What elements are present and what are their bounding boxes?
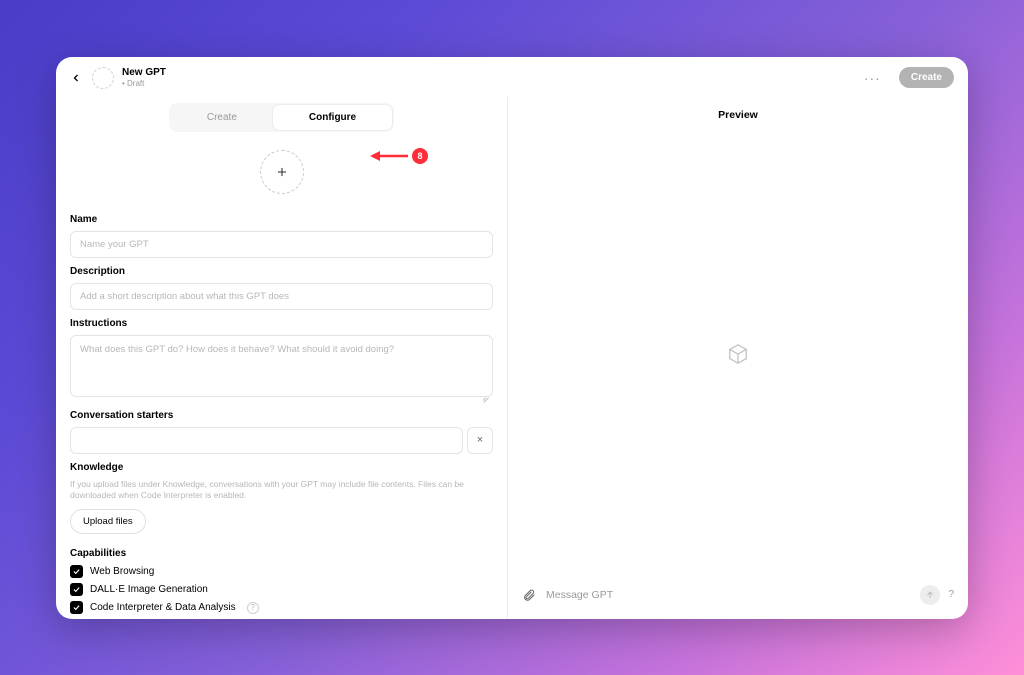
cap-dalle-label: DALL·E Image Generation	[90, 584, 208, 595]
add-avatar-button[interactable]	[260, 150, 304, 194]
preview-body	[508, 133, 968, 575]
instructions-label: Instructions	[70, 318, 493, 329]
knowledge-hint: If you upload files under Knowledge, con…	[70, 479, 493, 502]
instructions-textarea[interactable]	[70, 335, 493, 397]
remove-starter-button[interactable]: ×	[467, 427, 493, 454]
preview-pane: Preview ?	[508, 97, 968, 619]
message-row: ?	[508, 575, 968, 619]
tab-create[interactable]: Create	[171, 105, 273, 130]
back-button[interactable]	[68, 70, 84, 86]
cap-web-label: Web Browsing	[90, 566, 154, 577]
tab-configure[interactable]: Configure	[273, 105, 392, 130]
arrow-left-icon	[370, 148, 410, 164]
info-icon[interactable]: ?	[247, 602, 259, 614]
capabilities-label: Capabilities	[70, 548, 493, 559]
gpt-builder-window: New GPT • Draft ··· Create Create Config…	[56, 57, 968, 619]
cap-code-label: Code Interpreter & Data Analysis	[90, 602, 236, 613]
body-split: Create Configure 8 Name Description	[56, 97, 968, 619]
page-title: New GPT	[122, 67, 166, 79]
annotation-8: 8	[370, 148, 428, 164]
cube-icon	[727, 343, 749, 365]
header: New GPT • Draft ··· Create	[56, 57, 968, 97]
draft-status: • Draft	[122, 79, 166, 88]
checkbox-dalle[interactable]	[70, 583, 83, 596]
tab-bar: Create Configure	[56, 97, 507, 132]
description-label: Description	[70, 266, 493, 277]
create-button[interactable]: Create	[899, 67, 954, 88]
name-input[interactable]	[70, 231, 493, 258]
starter-input[interactable]	[70, 427, 463, 454]
more-menu-button[interactable]: ···	[864, 70, 881, 86]
annotation-badge: 8	[412, 148, 428, 164]
gpt-avatar-placeholder	[92, 67, 114, 89]
configure-form: 8 Name Description Instructions Conversa…	[56, 132, 507, 619]
configure-pane: Create Configure 8 Name Description	[56, 97, 508, 619]
help-button[interactable]: ?	[948, 589, 954, 600]
starters-label: Conversation starters	[70, 410, 493, 421]
preview-title: Preview	[508, 97, 968, 133]
upload-files-button[interactable]: Upload files	[70, 509, 146, 534]
attachment-icon[interactable]	[522, 588, 536, 602]
checkbox-code-interpreter[interactable]	[70, 601, 83, 614]
title-block: New GPT • Draft	[122, 67, 166, 88]
checkbox-web-browsing[interactable]	[70, 565, 83, 578]
message-input[interactable]	[546, 589, 910, 601]
name-label: Name	[70, 214, 493, 225]
knowledge-label: Knowledge	[70, 462, 493, 473]
send-button[interactable]	[920, 585, 940, 605]
description-input[interactable]	[70, 283, 493, 310]
